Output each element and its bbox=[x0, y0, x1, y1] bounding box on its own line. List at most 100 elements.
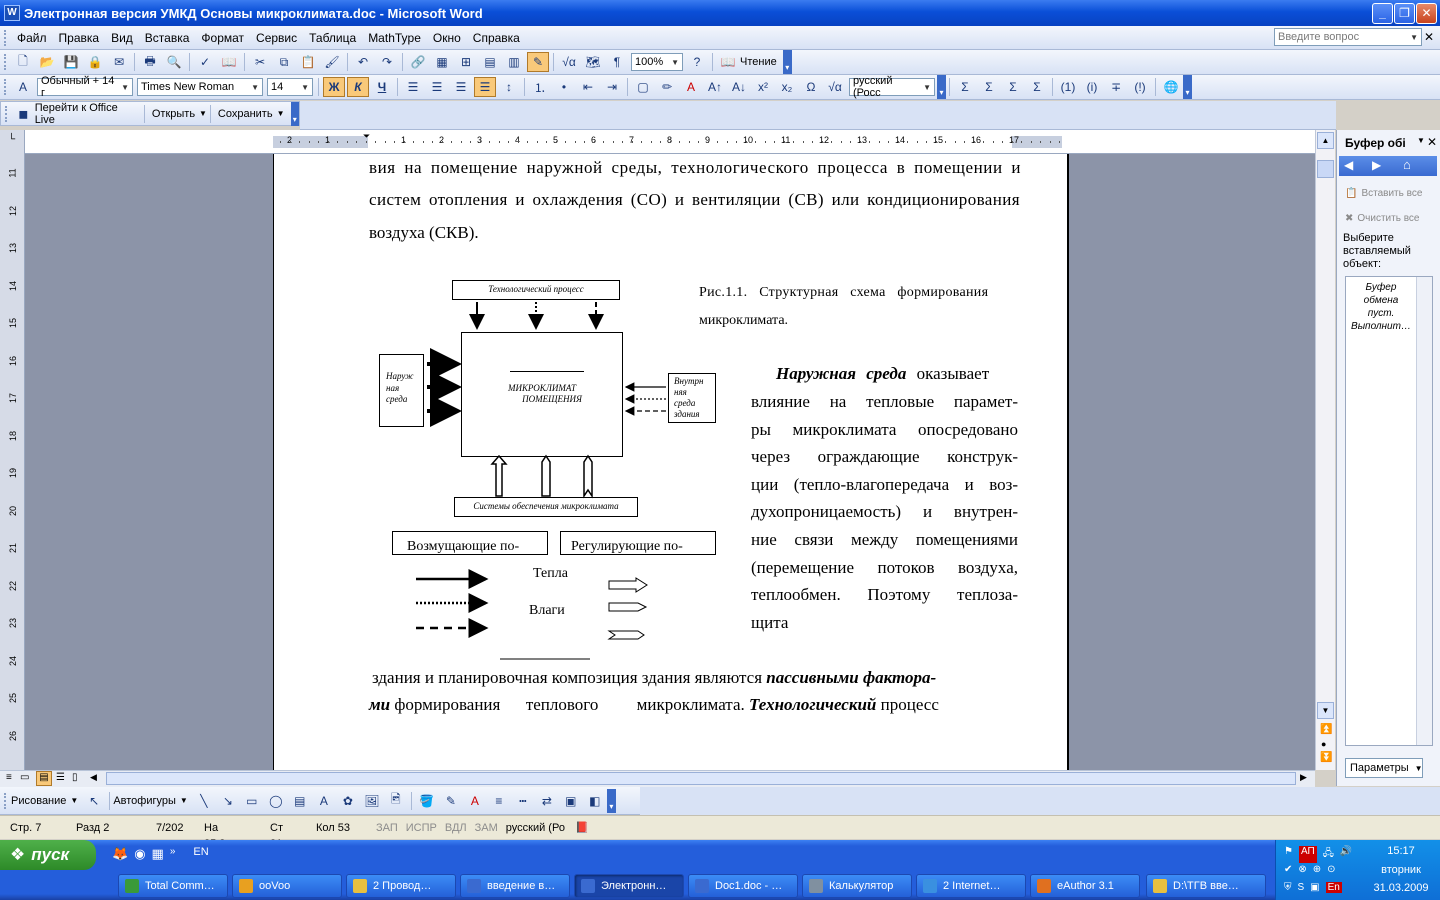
symbol-omega-icon[interactable]: Ω bbox=[800, 77, 822, 97]
insert-table-icon[interactable]: ⊞ bbox=[455, 52, 477, 72]
font-select[interactable]: Times New Roman ▼ bbox=[137, 78, 263, 96]
equation-icon[interactable]: √α bbox=[558, 52, 580, 72]
tray-display-icon[interactable]: ▣ bbox=[1310, 882, 1319, 893]
tray-update-icon[interactable]: ⊙ bbox=[1327, 864, 1335, 875]
forward-icon[interactable]: ▶ bbox=[1372, 158, 1381, 172]
rectangle-icon[interactable]: ▭ bbox=[241, 791, 263, 811]
horizontal-scrollbar[interactable]: ≡ ▭ ▤ ☰ ▯ ◀ ▶ bbox=[0, 770, 1315, 787]
tray-app-icon[interactable]: ⚑ bbox=[1284, 846, 1293, 863]
drawing-toggle-icon[interactable]: ✎ bbox=[527, 52, 549, 72]
eq-update-icon[interactable]: (!) bbox=[1129, 77, 1151, 97]
tray-skype-icon[interactable]: S bbox=[1298, 882, 1305, 893]
chevron-down-icon[interactable]: ▼ bbox=[199, 109, 207, 118]
arrow-icon[interactable]: ↘ bbox=[217, 791, 239, 811]
h-scroll-thumb[interactable] bbox=[106, 772, 1296, 785]
toolbar-grip[interactable] bbox=[4, 54, 7, 70]
chevron-down-icon[interactable]: ▼ bbox=[1415, 764, 1423, 773]
reading-mode-icon[interactable]: 📖 bbox=[717, 52, 739, 72]
taskbar-button[interactable]: ooVoo bbox=[232, 874, 342, 898]
arrow-style-icon[interactable]: ⇄ bbox=[536, 791, 558, 811]
new-doc-icon[interactable]: 🗋 bbox=[12, 52, 34, 72]
dash-style-icon[interactable]: ┅ bbox=[512, 791, 534, 811]
normal-view-icon[interactable]: ≡ bbox=[6, 772, 12, 783]
oval-icon[interactable]: ◯ bbox=[265, 791, 287, 811]
highlight-icon[interactable]: ✏ bbox=[656, 77, 678, 97]
menu-view[interactable]: Вид bbox=[105, 31, 139, 45]
taskbar-button[interactable]: Total Comm… bbox=[118, 874, 228, 898]
chevron-down-icon[interactable]: ▼ bbox=[671, 58, 679, 67]
status-overtype[interactable]: ЗАМ bbox=[471, 820, 502, 836]
chevron-down-icon[interactable]: ▼ bbox=[121, 83, 129, 92]
save-button[interactable]: Сохранить bbox=[218, 108, 273, 120]
permission-icon[interactable]: 🔒 bbox=[84, 52, 106, 72]
zoom-select[interactable]: 100% ▼ bbox=[631, 53, 683, 71]
columns-icon[interactable]: ▥ bbox=[503, 52, 525, 72]
shadow-icon[interactable]: ▣ bbox=[560, 791, 582, 811]
spelling-icon[interactable]: ✓ bbox=[194, 52, 216, 72]
toolbar-options-icon[interactable]: ▾ bbox=[782, 50, 792, 74]
textbox-icon[interactable]: ▤ bbox=[289, 791, 311, 811]
clipboard-list[interactable]: Буфер обмена пуст. Выполнит… bbox=[1345, 276, 1433, 746]
prev-page-icon[interactable]: ⏫ bbox=[1320, 724, 1332, 735]
help-search-input[interactable]: Введите вопрос ▼ bbox=[1274, 28, 1422, 46]
menu-help[interactable]: Справка bbox=[467, 31, 526, 45]
web-view-icon[interactable]: ▭ bbox=[20, 772, 29, 783]
back-icon[interactable]: ◀ bbox=[1344, 158, 1353, 172]
reading-mode-button[interactable]: Чтение bbox=[740, 56, 777, 68]
bullets-icon[interactable]: • bbox=[553, 77, 575, 97]
tray-security-icon[interactable]: ⊗ bbox=[1298, 864, 1306, 875]
sum-under-icon[interactable]: Σ bbox=[1026, 77, 1048, 97]
taskbar-button[interactable]: Электронн… bbox=[574, 874, 684, 898]
toolbar-grip[interactable] bbox=[4, 79, 7, 95]
taskbar-button[interactable]: eAuthor 3.1 bbox=[1030, 874, 1140, 898]
cut-icon[interactable]: ✂ bbox=[249, 52, 271, 72]
chevron-down-icon[interactable]: ▼ bbox=[1410, 33, 1418, 42]
menu-format[interactable]: Формат bbox=[195, 31, 250, 45]
align-center-icon[interactable]: ☰ bbox=[426, 77, 448, 97]
tray-sync-icon[interactable]: ⊕ bbox=[1313, 864, 1321, 875]
horizontal-ruler[interactable]: └ 2 1 1 2 3 4 5 6 7 8 9 10 11 12 13 14 15 16 17 ⏷ bbox=[0, 130, 1335, 154]
minimize-button[interactable]: _ bbox=[1372, 3, 1393, 24]
shrink-font-icon[interactable]: A↓ bbox=[728, 77, 750, 97]
eq-insert-icon[interactable]: ∓ bbox=[1105, 77, 1127, 97]
sum-over-icon[interactable]: Σ bbox=[1002, 77, 1024, 97]
autoshapes-button[interactable]: Автофигуры bbox=[113, 795, 176, 807]
research-icon[interactable]: 📖 bbox=[218, 52, 240, 72]
chevron-down-icon[interactable]: ▼ bbox=[251, 83, 259, 92]
print-view-icon[interactable]: ▤ bbox=[36, 771, 52, 786]
toolbar-grip[interactable] bbox=[5, 105, 8, 122]
tray-lang-icon[interactable]: En bbox=[1325, 882, 1342, 893]
opera-icon[interactable]: ◉ bbox=[134, 846, 145, 862]
subscript-icon[interactable]: x₂ bbox=[776, 77, 798, 97]
spelling-status-icon[interactable]: 📕 bbox=[569, 820, 595, 836]
chevron-down-icon[interactable]: ▼ bbox=[180, 796, 188, 805]
taskbar-button[interactable]: 2 Internet… bbox=[916, 874, 1026, 898]
menu-mathtype[interactable]: MathType bbox=[362, 31, 427, 45]
justify-icon[interactable]: ☰ bbox=[474, 77, 496, 97]
taskbar-button[interactable]: Doc1.doc - … bbox=[688, 874, 798, 898]
help-icon[interactable]: ? bbox=[686, 52, 708, 72]
status-track[interactable]: ИСПР bbox=[402, 820, 441, 836]
taskbar-button[interactable]: 2 Провод… bbox=[346, 874, 456, 898]
taskbar-button[interactable]: Калькулятор bbox=[802, 874, 912, 898]
open-button[interactable]: Открыть bbox=[152, 108, 195, 120]
undo-icon[interactable]: ↶ bbox=[352, 52, 374, 72]
wordart-icon[interactable]: A bbox=[313, 791, 335, 811]
align-right-icon[interactable]: ☰ bbox=[450, 77, 472, 97]
3d-icon[interactable]: ◧ bbox=[584, 791, 606, 811]
select-objects-icon[interactable]: ↖ bbox=[83, 791, 105, 811]
clock-time[interactable]: 15:17 bbox=[1366, 845, 1436, 857]
goto-office-live-button[interactable]: Перейти к Office Live bbox=[35, 102, 135, 126]
restore-button[interactable]: ❐ bbox=[1394, 3, 1415, 24]
style-select[interactable]: Обычный + 14 г ▼ bbox=[37, 75, 133, 99]
close-button[interactable]: ✕ bbox=[1416, 3, 1437, 24]
menu-file[interactable]: Файл bbox=[11, 31, 53, 45]
taskbar-button[interactable]: D:\ТГВ вве… bbox=[1146, 874, 1266, 898]
email-icon[interactable]: ✉ bbox=[108, 52, 130, 72]
scroll-down-icon[interactable]: ▼ bbox=[1317, 702, 1334, 719]
line-style-icon[interactable]: ≡ bbox=[488, 791, 510, 811]
eq-number-icon[interactable]: (1) bbox=[1057, 77, 1079, 97]
scroll-up-icon[interactable]: ▲ bbox=[1317, 132, 1334, 149]
clipboard-scrollbar[interactable] bbox=[1416, 277, 1432, 745]
format-painter-icon[interactable]: 🖌 bbox=[321, 52, 343, 72]
